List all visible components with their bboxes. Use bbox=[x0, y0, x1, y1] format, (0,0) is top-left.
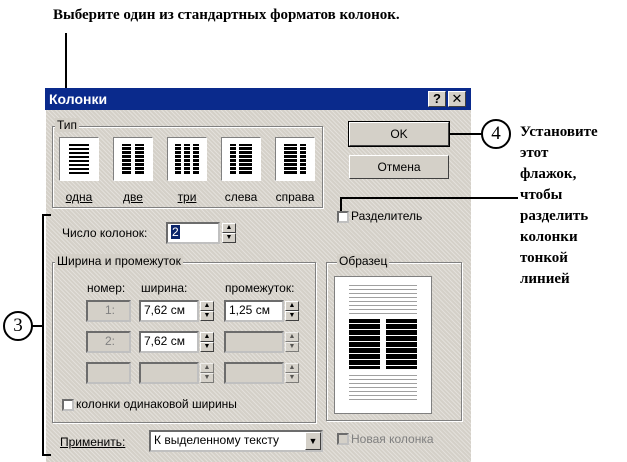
three-columns-icon bbox=[175, 144, 199, 174]
apply-select[interactable]: К выделенному тексту bbox=[149, 430, 323, 452]
apply-value: К выделенному тексту bbox=[154, 433, 279, 447]
row3-gap-spinner: ▲ ▼ bbox=[285, 363, 299, 383]
preset-left[interactable] bbox=[221, 137, 261, 181]
preset-right[interactable] bbox=[275, 137, 315, 181]
callout3-bracket-top bbox=[43, 214, 51, 216]
equal-width-label: колонки одинаковой ширины bbox=[76, 397, 237, 411]
row2-width-value: 7,62 см bbox=[144, 334, 185, 348]
separator-label: Разделитель bbox=[351, 209, 423, 223]
equal-width-checkbox[interactable] bbox=[62, 399, 74, 411]
two-columns-icon bbox=[122, 144, 144, 174]
row2-gap-input bbox=[224, 331, 284, 353]
new-column-label: Новая колонка bbox=[351, 432, 434, 446]
callout-4-badge: 4 bbox=[481, 119, 511, 149]
row2-number-text: 2: bbox=[104, 334, 115, 348]
callout4-line-4: чтобы bbox=[520, 187, 563, 203]
row1-gap-spinner[interactable]: ▲ ▼ bbox=[285, 301, 299, 321]
ok-button[interactable]: OK bbox=[348, 121, 450, 147]
preset-right-label: справа bbox=[275, 190, 315, 204]
preset-one-label: одна bbox=[65, 190, 93, 204]
callout3-bracket-bottom bbox=[43, 454, 51, 456]
preset-two-columns[interactable] bbox=[113, 137, 153, 181]
callout4-line-7: тонкой bbox=[520, 250, 568, 266]
callout3-bracket-vertical bbox=[42, 214, 44, 456]
right-column-icon bbox=[284, 144, 306, 174]
row1-number-text: 1: bbox=[104, 303, 115, 317]
row1-gap-input[interactable]: 1,25 см bbox=[224, 300, 284, 322]
num-columns-value: 2 bbox=[171, 225, 180, 239]
col-gap-header: промежуток: bbox=[225, 281, 295, 295]
separator-pointer-vertical bbox=[340, 197, 342, 211]
callout4-line-3: флажок, bbox=[520, 166, 577, 182]
preview-columns-icon bbox=[349, 285, 417, 400]
row1-width-value: 7,62 см bbox=[144, 303, 185, 317]
close-button[interactable]: ✕ bbox=[448, 91, 466, 107]
row3-width-input bbox=[139, 362, 199, 384]
row1-width-input[interactable]: 7,62 см bbox=[139, 300, 199, 322]
dialog-title: Колонки bbox=[49, 91, 108, 107]
width-group-label: Ширина и промежуток bbox=[55, 254, 183, 268]
apply-label: Применить: bbox=[60, 435, 126, 449]
num-columns-label: Число колонок: bbox=[62, 226, 148, 240]
help-button[interactable]: ? bbox=[428, 91, 446, 107]
preset-two-label: две bbox=[123, 190, 143, 204]
preset-three-label: три bbox=[177, 190, 197, 204]
row2-gap-spinner: ▲ ▼ bbox=[285, 332, 299, 352]
callout4-line-8: линией bbox=[520, 271, 570, 287]
callout-4-text: Установите этот флажок, чтобы разделить … bbox=[520, 122, 625, 287]
cancel-button[interactable]: Отмена bbox=[349, 155, 449, 179]
type-group-label: Тип bbox=[55, 118, 80, 132]
left-column-icon bbox=[230, 144, 252, 174]
col-number-header: номер: bbox=[87, 281, 126, 295]
row1-number: 1: bbox=[86, 300, 131, 322]
separator-checkbox[interactable] bbox=[337, 211, 349, 223]
callout4-line-1: Установите bbox=[520, 124, 598, 140]
num-columns-spinner[interactable]: ▲ ▼ bbox=[222, 223, 236, 243]
separator-pointer-horizontal bbox=[340, 197, 518, 199]
preview-page bbox=[334, 276, 432, 414]
row3-width-spinner: ▲ ▼ bbox=[200, 363, 214, 383]
callout4-connector bbox=[450, 133, 482, 135]
row2-width-input[interactable]: 7,62 см bbox=[139, 331, 199, 353]
row1-gap-value: 1,25 см bbox=[229, 303, 270, 317]
col-width-header: ширина: bbox=[141, 281, 188, 295]
apply-dropdown-button[interactable]: ▼ bbox=[305, 432, 321, 450]
new-column-checkbox bbox=[337, 433, 349, 445]
one-column-icon bbox=[69, 144, 89, 174]
callout-3-badge: 3 bbox=[3, 311, 33, 341]
row2-width-spinner[interactable]: ▲ ▼ bbox=[200, 332, 214, 352]
row3-gap-input bbox=[224, 362, 284, 384]
row3-number bbox=[86, 362, 131, 384]
row2-number: 2: bbox=[86, 331, 131, 353]
preview-group-label: Образец bbox=[337, 254, 390, 268]
num-columns-input[interactable]: 2 bbox=[166, 222, 220, 244]
callout4-line-2: этот bbox=[520, 145, 549, 161]
preset-three-columns[interactable] bbox=[167, 137, 207, 181]
preset-left-label: слева bbox=[224, 190, 258, 204]
dialog-titlebar[interactable]: Колонки ? ✕ bbox=[45, 88, 471, 110]
preset-one-column[interactable] bbox=[59, 137, 99, 181]
callout4-line-5: разделить bbox=[520, 208, 589, 224]
callout4-line-6: колонки bbox=[520, 229, 578, 245]
row1-width-spinner[interactable]: ▲ ▼ bbox=[200, 301, 214, 321]
spin-up-icon[interactable]: ▲ bbox=[222, 223, 236, 233]
chevron-down-icon: ▼ bbox=[308, 436, 318, 446]
instruction-caption: Выберите один из стандартных форматов ко… bbox=[53, 7, 400, 23]
spin-down-icon[interactable]: ▼ bbox=[222, 233, 236, 243]
